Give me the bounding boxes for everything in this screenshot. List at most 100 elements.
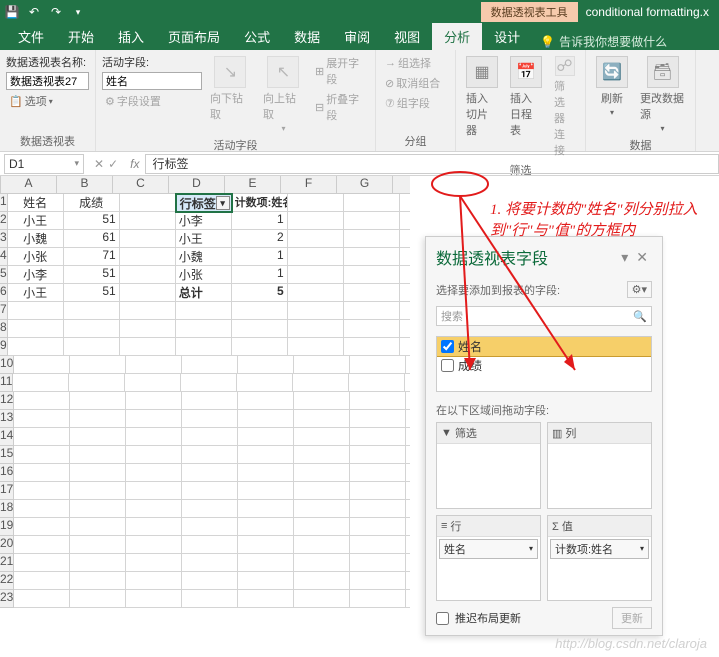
name-box[interactable]: D1▾: [4, 154, 84, 174]
insert-timeline-button[interactable]: 📅插入日程表: [506, 54, 546, 160]
cell[interactable]: [400, 284, 410, 302]
cell[interactable]: [350, 356, 406, 374]
row-header[interactable]: 13: [0, 410, 14, 428]
cell[interactable]: [120, 338, 176, 356]
cell[interactable]: [288, 302, 344, 320]
cell[interactable]: [400, 266, 410, 284]
cell[interactable]: [344, 284, 400, 302]
cell[interactable]: [350, 572, 406, 590]
cell[interactable]: [176, 338, 232, 356]
tab-insert[interactable]: 插入: [106, 23, 156, 50]
cell[interactable]: [350, 500, 406, 518]
row-header[interactable]: 10: [0, 356, 14, 374]
cell[interactable]: [294, 536, 350, 554]
cell[interactable]: [350, 428, 406, 446]
cell[interactable]: [238, 446, 294, 464]
field-checkbox[interactable]: [441, 359, 454, 372]
area-item[interactable]: 计数项:姓名▾: [550, 539, 649, 559]
cell[interactable]: [294, 572, 350, 590]
cell[interactable]: [288, 230, 344, 248]
cell[interactable]: [288, 338, 344, 356]
cell[interactable]: [400, 194, 410, 212]
cell[interactable]: [350, 536, 406, 554]
cell[interactable]: [293, 374, 349, 392]
cell[interactable]: [344, 230, 400, 248]
row-header[interactable]: 6: [0, 284, 8, 302]
cell[interactable]: [126, 392, 182, 410]
cell[interactable]: [126, 464, 182, 482]
row-header[interactable]: 12: [0, 392, 14, 410]
cell[interactable]: [406, 554, 410, 572]
cell[interactable]: [126, 446, 182, 464]
cell[interactable]: [294, 590, 350, 608]
cell[interactable]: [182, 410, 238, 428]
cell[interactable]: [294, 446, 350, 464]
cell[interactable]: 51: [64, 212, 120, 230]
col-header[interactable]: G: [337, 176, 393, 194]
cell[interactable]: [288, 248, 344, 266]
field-search-input[interactable]: 搜索🔍: [436, 306, 652, 326]
cell[interactable]: [400, 320, 410, 338]
col-header[interactable]: H: [393, 176, 410, 194]
cell[interactable]: [70, 590, 126, 608]
col-header[interactable]: E: [225, 176, 281, 194]
tab-analyze[interactable]: 分析: [432, 23, 482, 50]
row-header[interactable]: 7: [0, 302, 8, 320]
cell[interactable]: [238, 356, 294, 374]
row-header[interactable]: 8: [0, 320, 8, 338]
cell[interactable]: 小王: [8, 284, 64, 302]
row-header[interactable]: 11: [0, 374, 13, 392]
cell[interactable]: [70, 446, 126, 464]
cell[interactable]: [14, 590, 70, 608]
group-selection-button[interactable]: →组选择: [382, 54, 443, 72]
cell[interactable]: [126, 410, 182, 428]
cell[interactable]: [406, 428, 410, 446]
cell[interactable]: [294, 500, 350, 518]
cell[interactable]: [126, 572, 182, 590]
cell[interactable]: [406, 500, 410, 518]
cell[interactable]: [288, 194, 344, 212]
cell[interactable]: [120, 248, 176, 266]
row-header[interactable]: 15: [0, 446, 14, 464]
cell[interactable]: [294, 554, 350, 572]
cell[interactable]: 姓名: [8, 194, 64, 212]
col-header[interactable]: B: [57, 176, 113, 194]
cell[interactable]: [406, 536, 410, 554]
cell[interactable]: [64, 338, 120, 356]
cell[interactable]: 小张: [176, 266, 232, 284]
cell[interactable]: [238, 482, 294, 500]
gear-icon[interactable]: ⚙▾: [627, 281, 652, 298]
cell[interactable]: [125, 374, 181, 392]
cell[interactable]: [288, 212, 344, 230]
cell[interactable]: [182, 572, 238, 590]
tab-file[interactable]: 文件: [6, 23, 56, 50]
row-header[interactable]: 23: [0, 590, 14, 608]
defer-checkbox[interactable]: [436, 612, 449, 625]
cell[interactable]: [400, 302, 410, 320]
row-header[interactable]: 18: [0, 500, 14, 518]
cell[interactable]: [64, 320, 120, 338]
cell[interactable]: 51: [64, 284, 120, 302]
active-field-input[interactable]: [102, 72, 202, 90]
cell[interactable]: [406, 392, 410, 410]
area-item[interactable]: 姓名▾: [439, 539, 538, 559]
cell[interactable]: [294, 482, 350, 500]
cell[interactable]: [126, 554, 182, 572]
cell[interactable]: [176, 302, 232, 320]
cell[interactable]: [406, 464, 410, 482]
cell[interactable]: 计数项:姓名: [232, 194, 288, 212]
drill-down-button[interactable]: ↘向下钻取: [206, 54, 255, 135]
cell[interactable]: [126, 482, 182, 500]
cell[interactable]: [182, 500, 238, 518]
cell[interactable]: [14, 446, 70, 464]
undo-icon[interactable]: ↶: [26, 4, 42, 20]
cell[interactable]: [406, 572, 410, 590]
cell[interactable]: [238, 554, 294, 572]
row-header[interactable]: 17: [0, 482, 14, 500]
cell[interactable]: [126, 428, 182, 446]
cell[interactable]: [182, 446, 238, 464]
cell[interactable]: [70, 410, 126, 428]
cell[interactable]: [182, 482, 238, 500]
tab-home[interactable]: 开始: [56, 23, 106, 50]
accept-formula-icon[interactable]: ✓: [108, 157, 118, 171]
